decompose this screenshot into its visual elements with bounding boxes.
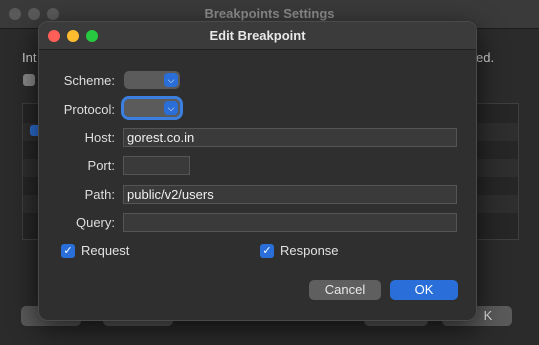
dialog-titlebar: Edit Breakpoint	[39, 22, 476, 50]
path-label: Path:	[84, 187, 115, 202]
edit-breakpoint-dialog: Edit Breakpoint Scheme: ⌵ Protocol: ⌵ Ho…	[38, 21, 477, 321]
host-field[interactable]: gorest.co.in	[123, 128, 457, 147]
bg-ok-label: K	[483, 308, 493, 323]
host-label: Host:	[84, 130, 115, 145]
request-label[interactable]: Request	[81, 243, 129, 259]
cancel-button[interactable]: Cancel	[309, 280, 381, 300]
scheme-popup[interactable]: ⌵	[124, 71, 180, 89]
path-field[interactable]: public/v2/users	[123, 185, 457, 204]
protocol-label: Protocol:	[63, 102, 115, 117]
bg-description-start: Int	[22, 50, 37, 65]
bg-enable-checkbox[interactable]	[23, 74, 35, 86]
port-field[interactable]	[123, 156, 190, 175]
bg-description-end: ed.	[476, 50, 495, 65]
dialog-title: Edit Breakpoint	[209, 28, 306, 43]
bg-window-title: Breakpoints Settings	[204, 6, 335, 21]
scheme-label: Scheme:	[63, 73, 115, 88]
response-label[interactable]: Response	[280, 243, 339, 259]
ok-button[interactable]: OK	[390, 280, 458, 300]
checkmark-icon: ✓	[63, 245, 73, 257]
request-checkbox[interactable]: ✓	[61, 244, 75, 258]
port-label: Port:	[87, 158, 115, 173]
query-field[interactable]	[123, 213, 457, 232]
query-label: Query:	[75, 215, 115, 230]
chevron-down-icon: ⌵	[164, 73, 178, 87]
protocol-popup[interactable]: ⌵	[121, 96, 183, 120]
response-checkbox[interactable]: ✓	[260, 244, 274, 258]
checkmark-icon: ✓	[262, 245, 272, 257]
chevron-down-icon: ⌵	[164, 101, 178, 115]
